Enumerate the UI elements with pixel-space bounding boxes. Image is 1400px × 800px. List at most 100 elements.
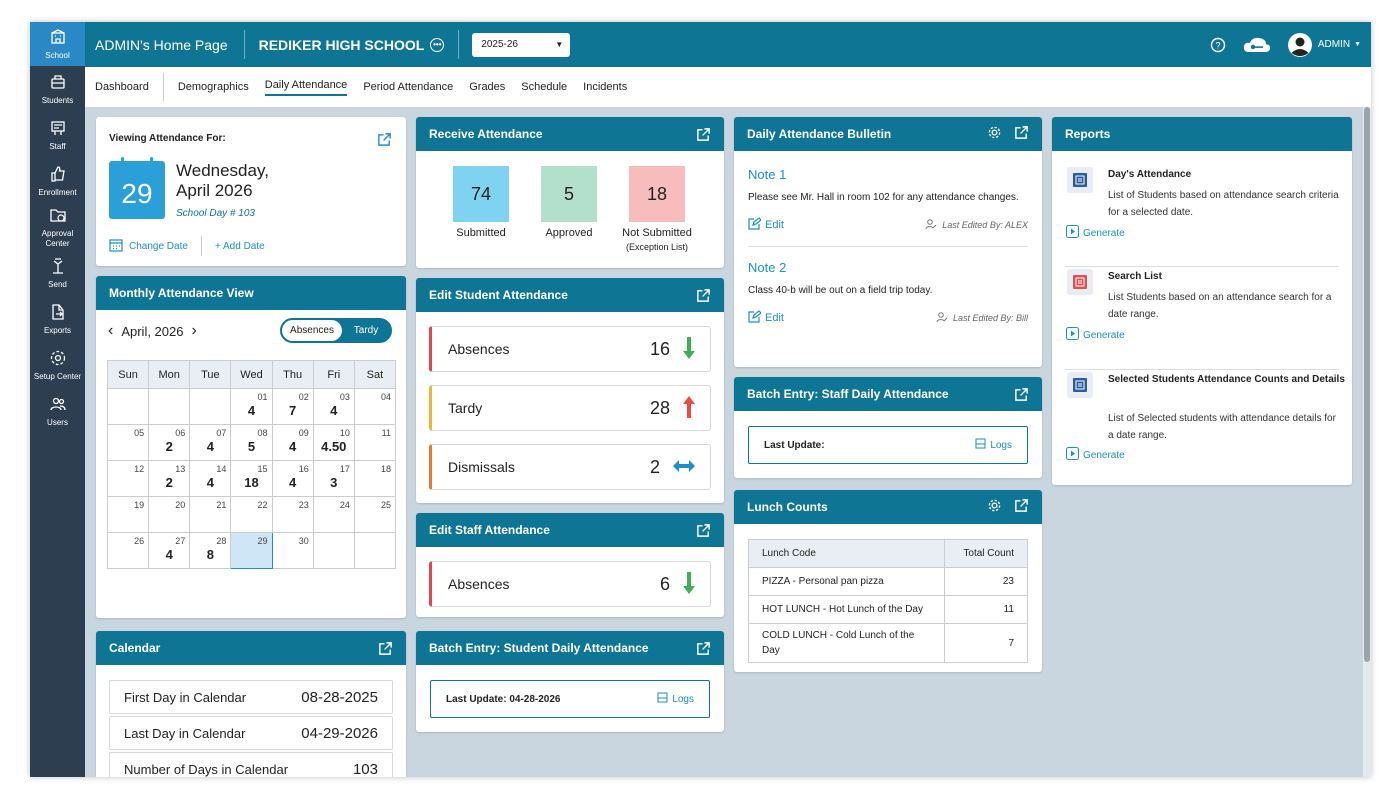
sidebar-item-enrollment[interactable]: Enrollment xyxy=(30,158,85,204)
sidebar-item-approval-center[interactable]: Approval Center xyxy=(30,204,85,250)
prev-month-icon[interactable]: ‹ xyxy=(108,322,113,340)
calendar-day-cell[interactable]: 14 4 xyxy=(189,460,232,497)
calendar-day-cell[interactable]: 11 xyxy=(353,424,397,461)
help-icon[interactable]: ? xyxy=(1210,37,1226,53)
calendar-day-cell[interactable]: 27 4 xyxy=(148,532,191,569)
external-link-icon[interactable] xyxy=(1014,387,1029,402)
toggle-tardy[interactable]: Tardy xyxy=(342,325,390,336)
calendar-day-cell[interactable]: 29 xyxy=(230,532,273,569)
calendar-day-cell[interactable]: 03 4 xyxy=(312,388,355,425)
tab-dashboard[interactable]: Dashboard xyxy=(85,73,164,101)
gear-icon[interactable] xyxy=(987,125,1002,143)
calendar-day-cell[interactable]: 23 xyxy=(271,496,314,533)
calendar-day-cell[interactable]: 09 4 xyxy=(271,424,314,461)
sidebar-item-students[interactable]: Students xyxy=(30,66,85,112)
attendance-row-label: Absences xyxy=(448,341,510,357)
weekday-header: Wed xyxy=(230,360,273,389)
lunch-code-cell: COLD LUNCH - Cold Lunch of the Day xyxy=(748,623,945,663)
tab-daily-attendance[interactable]: Daily Attendance xyxy=(257,67,356,107)
calendar-day-cell xyxy=(353,532,397,569)
report-item: Selected Students Attendance Counts and … xyxy=(1065,370,1345,480)
logs-link[interactable]: Logs xyxy=(657,692,694,706)
attendance-row-absences[interactable]: Absences 6 xyxy=(429,561,711,607)
tab-period-attendance[interactable]: Period Attendance xyxy=(355,67,461,107)
calendar-icon[interactable] xyxy=(109,238,123,255)
calendar-day-cell[interactable]: 20 xyxy=(148,496,191,533)
calendar-day-cell[interactable]: 24 xyxy=(312,496,355,533)
sidebar-item-users[interactable]: Users xyxy=(30,388,85,434)
gear-icon[interactable] xyxy=(987,498,1002,516)
receive-metric-approved[interactable]: 5 Approved xyxy=(524,166,614,239)
calendar-day-cell[interactable]: 13 2 xyxy=(148,460,191,497)
calendar-info-label: First Day in Calendar xyxy=(124,689,247,705)
external-link-icon[interactable] xyxy=(696,127,711,142)
attendance-row-absences[interactable]: Absences 16 xyxy=(429,326,711,372)
sidebar-item-staff[interactable]: Staff xyxy=(30,112,85,158)
edit-note-button[interactable]: Edit xyxy=(748,310,784,326)
tab-grades[interactable]: Grades xyxy=(461,67,513,107)
calendar-day-cell[interactable]: 17 3 xyxy=(312,460,355,497)
attendance-row-dismissals[interactable]: Dismissals 2 xyxy=(429,444,711,490)
add-date-link[interactable]: + Add Date xyxy=(215,241,265,252)
toggle-absences[interactable]: Absences xyxy=(282,320,342,341)
month-label: April, 2026 xyxy=(121,323,184,339)
calendar-day-cell[interactable]: 08 5 xyxy=(230,424,273,461)
calendar-day-cell[interactable]: 02 7 xyxy=(271,388,314,425)
calendar-day-cell[interactable]: 06 2 xyxy=(148,424,191,461)
approval-folder-icon xyxy=(49,206,67,229)
calendar-day-cell[interactable]: 22 xyxy=(230,496,273,533)
calendar-day-cell[interactable]: 30 xyxy=(271,532,314,569)
next-month-icon[interactable]: › xyxy=(191,322,196,340)
calendar-day-cell[interactable]: 16 4 xyxy=(271,460,314,497)
external-link-icon[interactable] xyxy=(696,523,711,538)
change-date-link[interactable]: Change Date xyxy=(129,236,202,256)
external-link-icon[interactable] xyxy=(696,641,711,656)
home-page-title[interactable]: ADMIN's Home Page xyxy=(85,30,245,59)
calendar-day-cell[interactable]: 05 xyxy=(106,424,150,461)
tab-demographics[interactable]: Demographics xyxy=(170,67,257,107)
tab-schedule[interactable]: Schedule xyxy=(513,67,575,107)
generate-report-button[interactable]: Generate xyxy=(1066,327,1125,343)
external-link-icon[interactable] xyxy=(1014,498,1029,516)
calendar-day-cell[interactable]: 28 8 xyxy=(189,532,232,569)
calendar-day-cell[interactable]: 15 18 xyxy=(230,460,273,497)
cloud-key-icon[interactable] xyxy=(1242,35,1272,55)
calendar-day-cell[interactable]: 12 xyxy=(106,460,150,497)
generate-report-button[interactable]: Generate xyxy=(1066,225,1125,241)
scrollbar[interactable] xyxy=(1363,107,1371,777)
sidebar-item-school[interactable]: School xyxy=(30,22,85,66)
calendar-day-cell[interactable]: 25 xyxy=(353,496,397,533)
external-link-icon[interactable] xyxy=(377,132,392,152)
user-name: ADMIN xyxy=(1317,39,1351,50)
user-avatar[interactable]: ADMIN ▼ xyxy=(1287,32,1361,57)
external-link-icon[interactable] xyxy=(1014,125,1029,143)
receive-metric-submitted[interactable]: 74 Submitted xyxy=(436,166,526,239)
receive-metric-not-submitted[interactable]: 18 Not Submitted (Exception List) xyxy=(612,166,702,252)
calendar-day-cell[interactable]: 04 xyxy=(353,388,397,425)
logs-link[interactable]: Logs xyxy=(975,438,1012,452)
sidebar-item-exports[interactable]: Exports xyxy=(30,296,85,342)
scrollbar-thumb[interactable] xyxy=(1364,107,1370,662)
external-link-icon[interactable] xyxy=(696,288,711,303)
more-options-icon[interactable]: ••• xyxy=(430,37,445,52)
sidebar-item-setup-center[interactable]: Setup Center xyxy=(30,342,85,388)
calendar-day-cell[interactable]: 19 xyxy=(106,496,150,533)
generate-report-button[interactable]: Generate xyxy=(1066,447,1125,463)
calendar-day-cell[interactable]: 18 xyxy=(353,460,397,497)
attendance-row-tardy[interactable]: Tardy 28 xyxy=(429,385,711,431)
edit-label: Edit xyxy=(765,219,784,231)
calendar-day-cell[interactable]: 10 4.50 xyxy=(312,424,355,461)
calendar-info-value: 04-29-2026 xyxy=(301,724,378,742)
sidebar-item-send[interactable]: Send xyxy=(30,250,85,296)
school-year-select[interactable]: 2025-26 ▼ xyxy=(472,32,571,57)
calendar-day-cell[interactable]: 01 4 xyxy=(230,388,273,425)
calendar-day-cell[interactable]: 26 xyxy=(106,532,150,569)
tab-incidents[interactable]: Incidents xyxy=(575,67,635,107)
edit-note-button[interactable]: Edit xyxy=(748,217,784,233)
calendar-day-cell[interactable]: 07 4 xyxy=(189,424,232,461)
external-link-icon[interactable] xyxy=(378,641,393,656)
attendance-row-value: 16 xyxy=(649,338,670,359)
school-name[interactable]: REDIKER HIGH SCHOOL ••• xyxy=(245,30,460,59)
school-name-label: REDIKER HIGH SCHOOL xyxy=(258,36,425,53)
calendar-day-cell[interactable]: 21 xyxy=(189,496,232,533)
